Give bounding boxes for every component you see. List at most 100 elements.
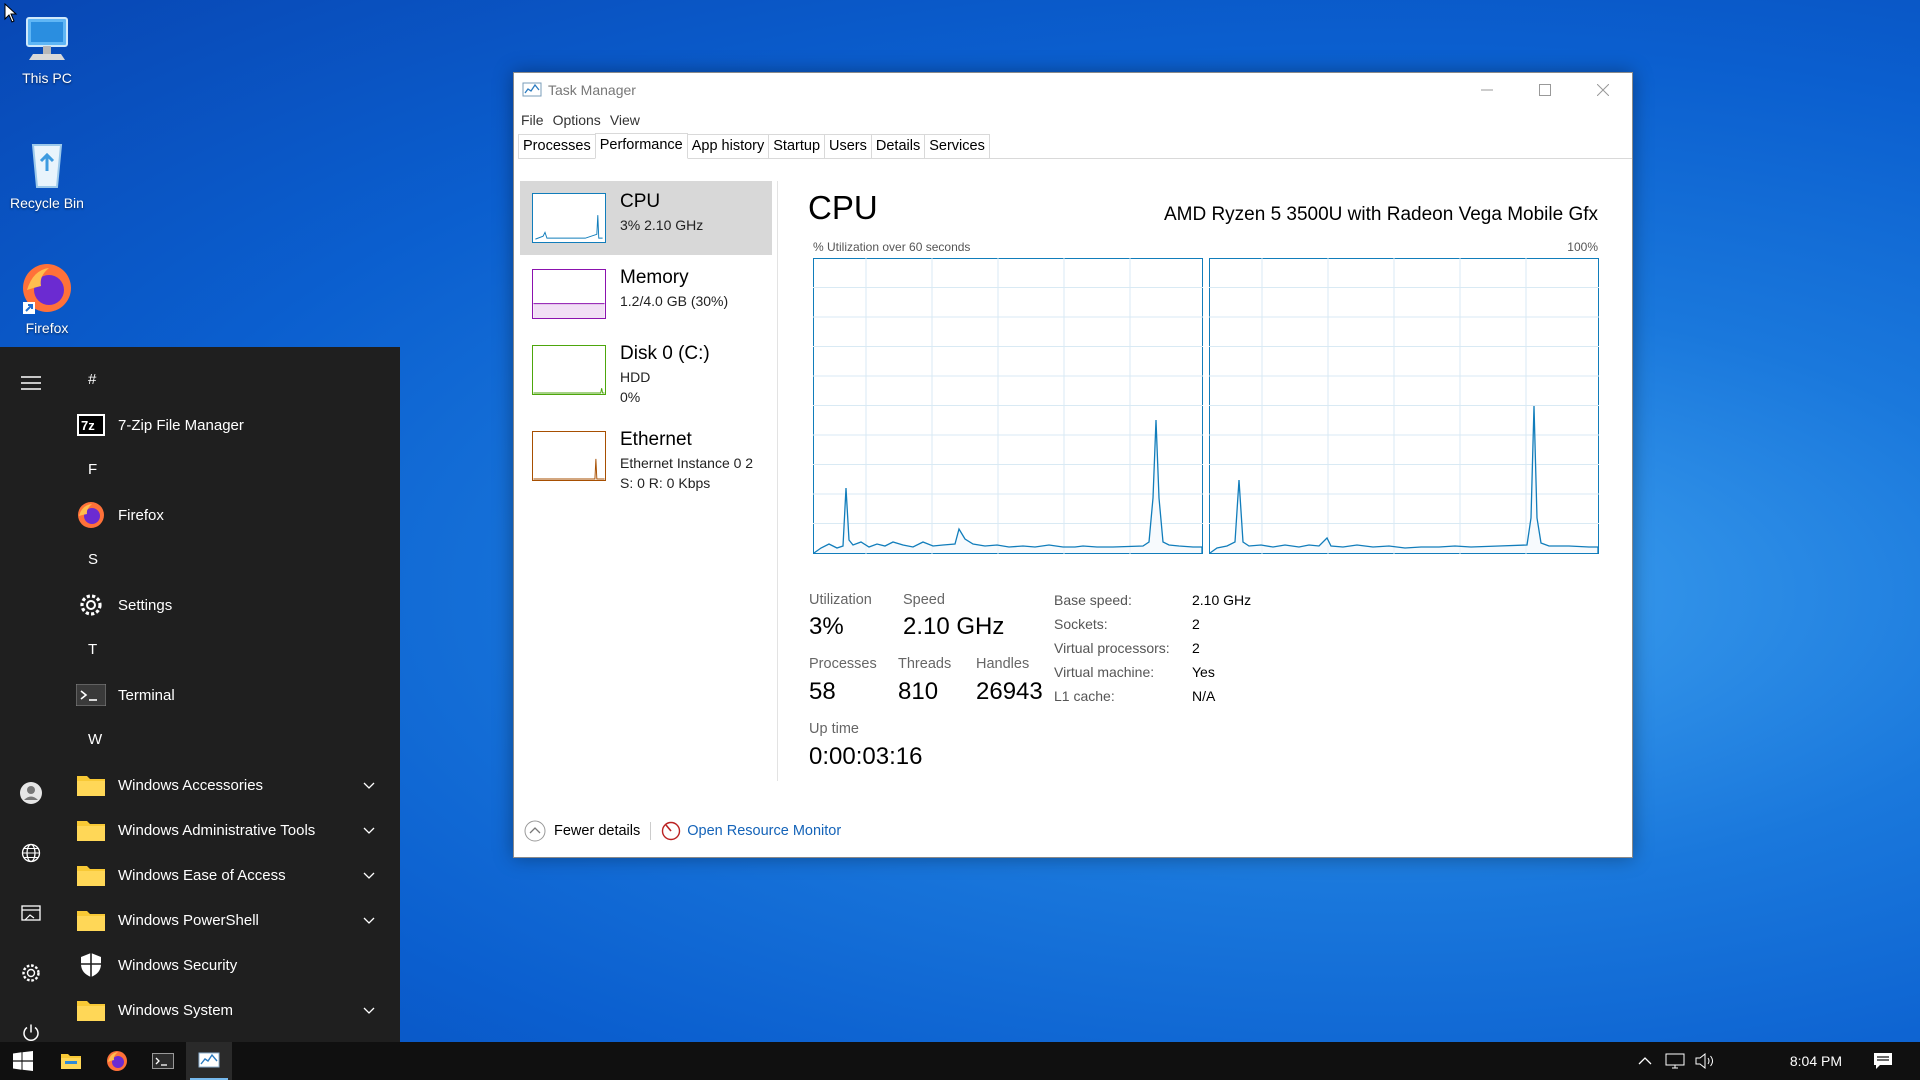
app-item-firefox[interactable]: Firefox: [76, 495, 386, 535]
app-item-windows-ease-of-access[interactable]: Windows Ease of Access: [76, 855, 386, 895]
sidebar-subtitle: S: 0 R: 0 Kbps: [620, 475, 711, 491]
chevron-down-icon[interactable]: [362, 778, 376, 792]
desktop-icon-label: Firefox: [25, 320, 69, 336]
notification-icon: [1874, 1053, 1892, 1069]
network-button[interactable]: [0, 831, 62, 875]
fewer-details-button[interactable]: Fewer details: [524, 820, 640, 842]
minimize-button[interactable]: [1458, 73, 1516, 107]
sidebar-item-ethernet[interactable]: Ethernet Ethernet Instance 0 2 S: 0 R: 0…: [520, 419, 772, 493]
title-bar[interactable]: Task Manager: [514, 73, 1632, 107]
app-item-windows-security[interactable]: Windows Security: [76, 945, 386, 985]
spec-label: L1 cache:: [1054, 688, 1115, 704]
open-resource-monitor-link[interactable]: Open Resource Monitor: [661, 821, 841, 841]
letter-header[interactable]: #: [88, 371, 96, 388]
taskbar-terminal[interactable]: [140, 1042, 186, 1080]
maximize-button[interactable]: [1516, 73, 1574, 107]
taskbar-firefox[interactable]: [94, 1042, 140, 1080]
firefox-icon: [76, 500, 106, 530]
disk-mini-graph: [532, 345, 606, 395]
desktop-icon-firefox[interactable]: Firefox: [4, 260, 90, 336]
window-title: Task Manager: [548, 82, 636, 98]
windows-logo-icon: [13, 1051, 33, 1071]
resource-monitor-icon: [662, 821, 681, 841]
desktop-icon-recycle-bin[interactable]: Recycle Bin: [4, 135, 90, 211]
maximize-icon: [1539, 84, 1551, 96]
folder-icon: [76, 815, 106, 845]
perf-title: CPU: [808, 189, 878, 226]
chevron-down-icon[interactable]: [362, 823, 376, 837]
settings-button[interactable]: [0, 951, 62, 995]
spec-value: N/A: [1192, 688, 1216, 704]
system-tray: [1630, 1042, 1720, 1080]
tab-users[interactable]: Users: [824, 134, 872, 158]
taskbar-file-explorer[interactable]: [48, 1042, 94, 1080]
open-resource-monitor-label: Open Resource Monitor: [687, 823, 842, 839]
sidebar-item-disk[interactable]: Disk 0 (C:) HDD 0%: [520, 333, 772, 407]
taskbar-task-manager[interactable]: [186, 1042, 232, 1080]
sidebar-subtitle: Ethernet Instance 0 2: [620, 455, 754, 471]
app-item-settings[interactable]: Settings: [76, 585, 386, 625]
app-item-windows-administrative-tools[interactable]: Windows Administrative Tools: [76, 810, 386, 850]
app-item-windows-system[interactable]: Windows System: [76, 990, 386, 1030]
letter-header[interactable]: S: [88, 551, 98, 568]
tab-services[interactable]: Services: [924, 134, 990, 158]
tab-app-history[interactable]: App history: [686, 134, 770, 158]
letter-header[interactable]: T: [88, 641, 97, 658]
taskbar-clock[interactable]: 8:04 PM: [1790, 1042, 1842, 1080]
tab-startup[interactable]: Startup: [768, 134, 826, 158]
sidebar-item-cpu[interactable]: CPU 3% 2.10 GHz: [520, 181, 772, 255]
hamburger-menu-button[interactable]: [0, 361, 62, 405]
cpu-mini-graph: [532, 193, 606, 243]
utilization-label: Utilization: [809, 592, 872, 608]
close-button[interactable]: [1574, 73, 1632, 107]
sidebar-item-memory[interactable]: Memory 1.2/4.0 GB (30%): [520, 257, 772, 331]
chevron-down-icon[interactable]: [362, 868, 376, 882]
app-item-terminal[interactable]: Terminal: [76, 675, 386, 715]
mouse-cursor-icon: [4, 3, 18, 23]
chevron-up-circle-icon: [524, 820, 546, 842]
resource-sidebar: CPU 3% 2.10 GHz Memory 1.2/4.0 GB (30%) …: [520, 181, 772, 771]
tab-performance[interactable]: Performance: [594, 133, 688, 159]
letter-header[interactable]: F: [88, 461, 97, 478]
tab-details[interactable]: Details: [870, 134, 926, 158]
sidebar-subtitle: 3% 2.10 GHz: [620, 217, 704, 233]
action-center-button[interactable]: [1860, 1042, 1906, 1080]
tab-processes[interactable]: Processes: [518, 134, 596, 158]
volume-tray-button[interactable]: [1690, 1053, 1720, 1069]
app-item-windows-powershell[interactable]: Windows PowerShell: [76, 900, 386, 940]
chevron-down-icon[interactable]: [362, 1003, 376, 1017]
start-button[interactable]: [0, 1042, 46, 1080]
letter-header[interactable]: W: [88, 731, 102, 748]
processes-label: Processes: [809, 656, 877, 672]
footer-separator: [650, 822, 652, 840]
sidebar-title: Ethernet: [620, 429, 692, 450]
app-item-7zip[interactable]: 7z 7-Zip File Manager: [76, 405, 386, 445]
app-label: Windows Ease of Access: [118, 866, 286, 884]
desktop-icon-label: Recycle Bin: [10, 195, 84, 211]
app-label: Windows System: [118, 1001, 234, 1019]
sidebar-title: Memory: [620, 267, 689, 288]
chevron-down-icon[interactable]: [362, 913, 376, 927]
menu-view[interactable]: View: [610, 112, 640, 128]
show-hidden-icons-button[interactable]: [1630, 1056, 1660, 1066]
handles-value: 26943: [976, 678, 1043, 705]
menu-file[interactable]: File: [521, 112, 544, 128]
speed-label: Speed: [903, 592, 945, 608]
network-tray-button[interactable]: [1660, 1053, 1690, 1069]
menu-bar: File Options View: [514, 107, 642, 133]
app-item-windows-accessories[interactable]: Windows Accessories: [76, 765, 386, 805]
network-icon: [1665, 1053, 1685, 1069]
7zip-icon: 7z: [76, 410, 106, 440]
cpu-model-name: AMD Ryzen 5 3500U with Radeon Vega Mobil…: [1163, 204, 1598, 225]
pictures-icon: [21, 905, 41, 921]
app-label: Windows Administrative Tools: [118, 821, 316, 839]
app-label: 7-Zip File Manager: [118, 416, 244, 434]
start-app-list: # 7z 7-Zip File Manager F Firefox S Sett…: [62, 347, 400, 1042]
spec-value: 2: [1192, 616, 1200, 632]
menu-options[interactable]: Options: [553, 112, 601, 128]
ethernet-mini-graph: [532, 431, 606, 481]
uptime-label: Up time: [809, 721, 859, 737]
user-account-button[interactable]: [0, 771, 62, 815]
fewer-details-label: Fewer details: [554, 823, 641, 839]
pictures-button[interactable]: [0, 891, 62, 935]
